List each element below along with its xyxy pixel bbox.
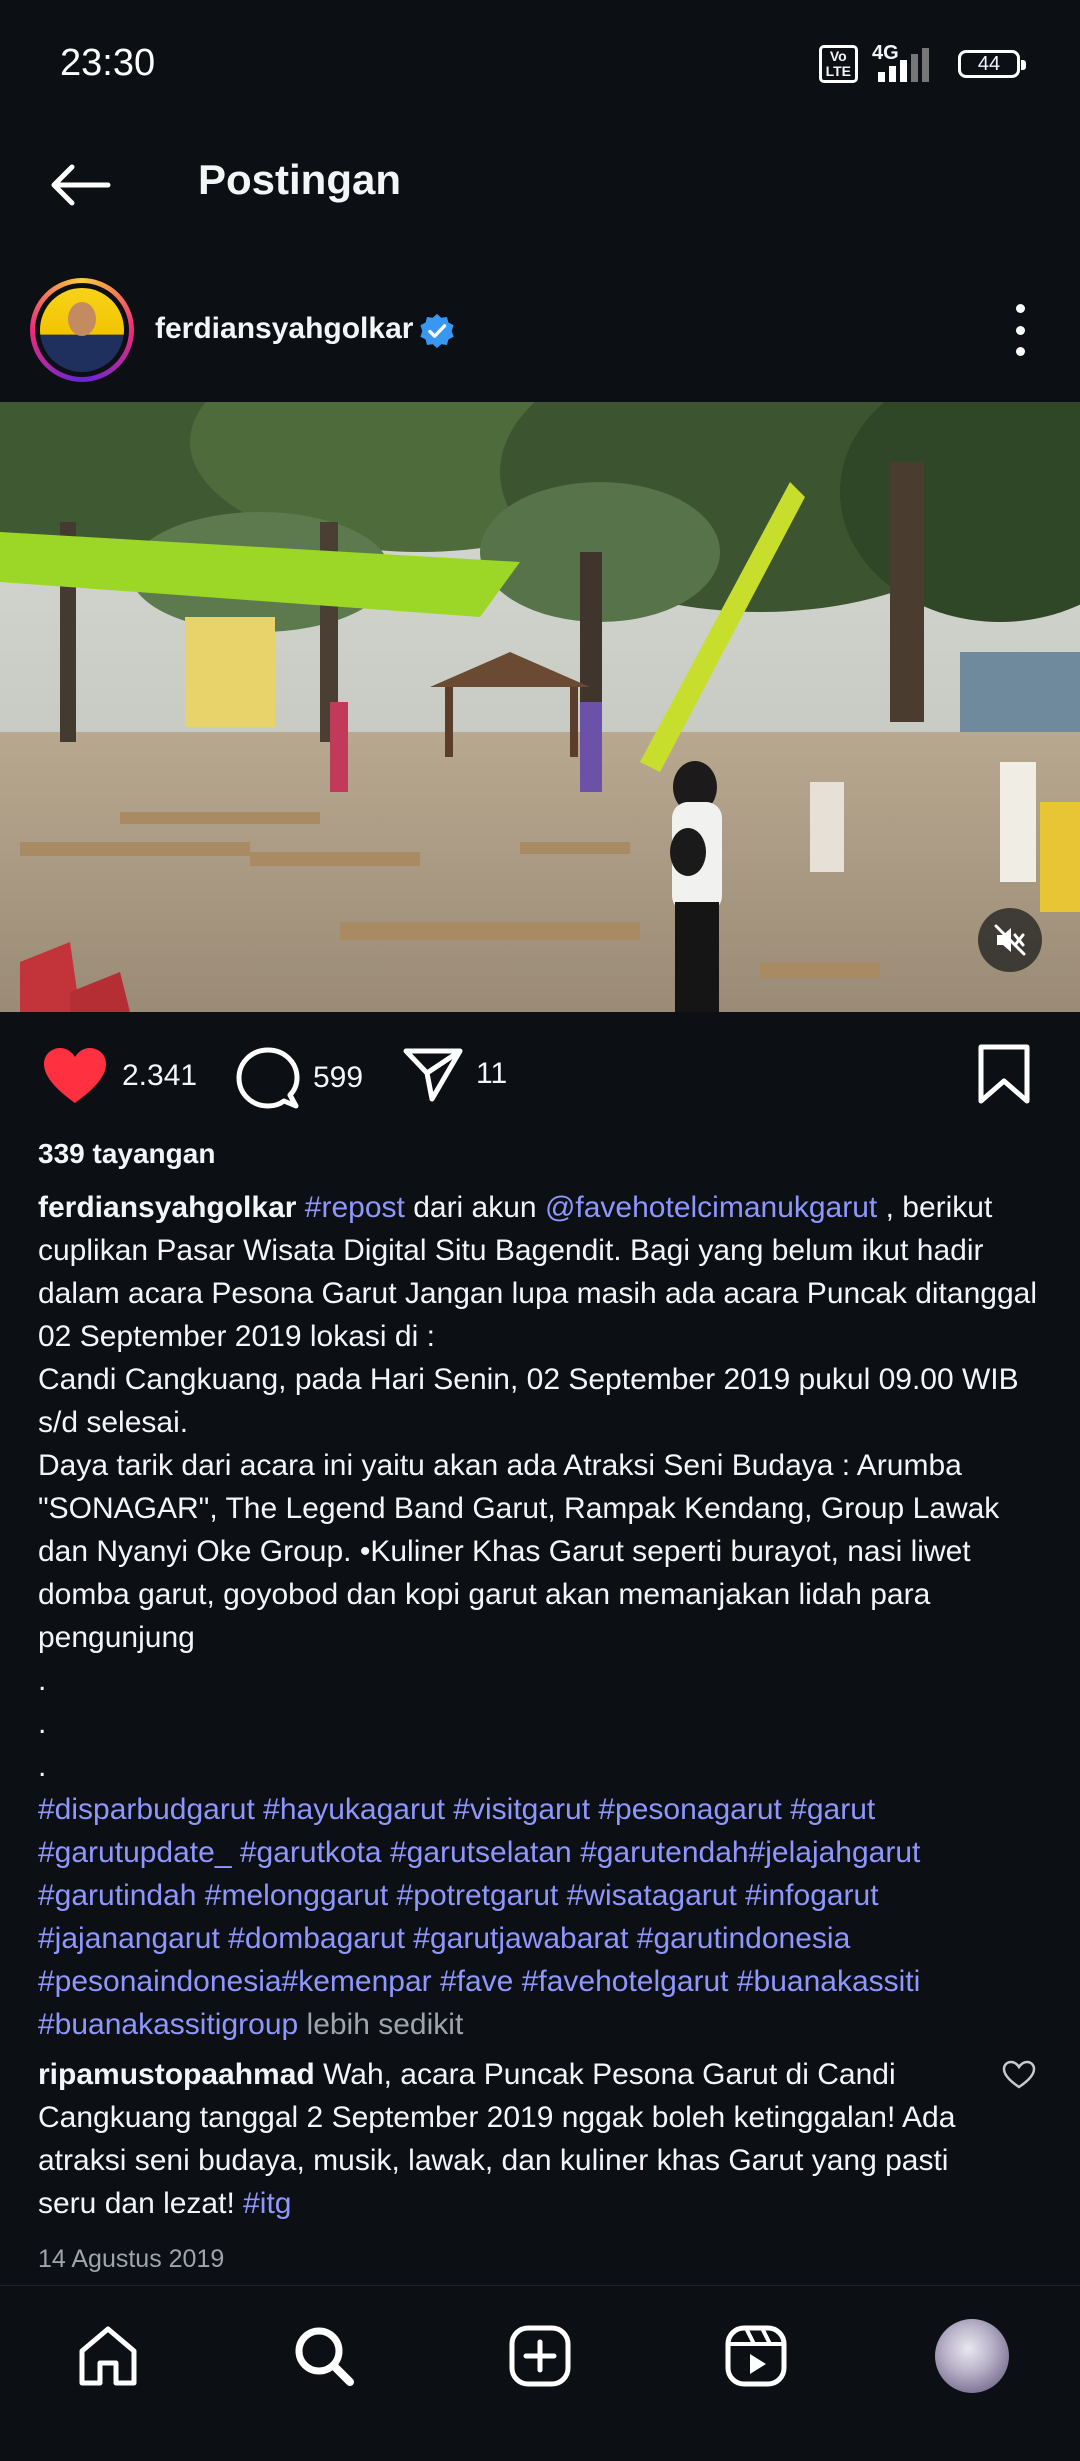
see-less-link[interactable]: lebih sedikit — [298, 2008, 464, 2041]
caption-attraction: Daya tarik dari acara ini yaitu akan ada… — [38, 1449, 1000, 1654]
nav-reels[interactable] — [716, 2316, 796, 2396]
caption-dot: . — [38, 1707, 47, 1740]
caption-username[interactable]: ferdiansyahgolkar — [38, 1191, 296, 1224]
mention-link[interactable]: @favehotelcimanukgarut — [545, 1191, 877, 1224]
status-bar: 23:30 Vo LTE 4G 44 — [0, 0, 1080, 130]
battery-icon: 44 — [958, 50, 1026, 78]
page-title: Postingan — [198, 156, 402, 203]
status-icons: Vo LTE 4G 44 — [818, 42, 1026, 84]
volte-icon: Vo LTE — [818, 45, 858, 83]
nav-home[interactable] — [68, 2316, 148, 2396]
post-actions: 2.341 599 11 — [0, 1035, 1080, 1115]
app-header: Postingan — [0, 130, 1080, 240]
share-action[interactable]: 11 — [402, 1045, 507, 1103]
comment-action[interactable]: 599 — [235, 1045, 363, 1111]
like-action[interactable]: 2.341 — [40, 1045, 197, 1107]
top-comment: ripamustopaahmad Wah, acara Puncak Peson… — [38, 2053, 988, 2225]
heart-outline-icon[interactable] — [1002, 2060, 1036, 2090]
battery-level: 44 — [977, 52, 1001, 75]
create-icon[interactable] — [508, 2324, 572, 2388]
status-time: 23:30 — [60, 42, 156, 84]
avatar[interactable] — [30, 278, 134, 382]
post-caption: ferdiansyahgolkar #repost dari akun @fav… — [38, 1186, 1048, 2046]
hashtag-repost[interactable]: #repost — [305, 1191, 405, 1224]
comment-count: 599 — [313, 1061, 364, 1094]
bookmark-icon[interactable] — [976, 1043, 1032, 1105]
comment-username[interactable]: ripamustopaahmad — [38, 2058, 315, 2091]
mute-button[interactable] — [978, 908, 1042, 972]
signal-icon: 4G — [872, 42, 944, 84]
view-count: 339 tayangan — [38, 1138, 216, 1169]
comment-bubble-icon[interactable] — [235, 1045, 301, 1111]
post-header: ferdiansyahgolkar — [0, 270, 1080, 390]
post-date: 14 Agustus 2019 — [38, 2245, 225, 2273]
bottom-navigation — [0, 2285, 1080, 2461]
nav-create[interactable] — [500, 2316, 580, 2396]
like-count: 2.341 — [122, 1059, 198, 1092]
nav-profile[interactable] — [932, 2316, 1012, 2396]
paper-plane-icon[interactable] — [402, 1045, 464, 1103]
back-button[interactable] — [40, 150, 120, 220]
save-button[interactable] — [976, 1043, 1032, 1110]
caption-text: dari akun — [404, 1191, 545, 1224]
search-icon[interactable] — [292, 2324, 356, 2388]
nav-search[interactable] — [284, 2316, 364, 2396]
reels-icon[interactable] — [724, 2324, 788, 2388]
profile-avatar[interactable] — [935, 2319, 1009, 2393]
verified-badge-icon — [420, 313, 454, 349]
post-username[interactable]: ferdiansyahgolkar — [155, 312, 413, 346]
comment-like-button[interactable] — [1002, 2060, 1036, 2095]
heart-icon[interactable] — [40, 1045, 110, 1107]
caption-dot: . — [38, 1664, 47, 1697]
caption-location: Candi Cangkuang, pada Hari Senin, 02 Sep… — [38, 1363, 1019, 1439]
speaker-muted-icon — [994, 924, 1026, 956]
share-count: 11 — [476, 1057, 508, 1090]
home-icon[interactable] — [76, 2325, 140, 2387]
arrow-left-icon — [51, 164, 111, 206]
more-options-button[interactable] — [1000, 298, 1040, 362]
post-video[interactable] — [0, 402, 1080, 1012]
video-frame — [0, 402, 1080, 1012]
caption-hashtags[interactable]: #disparbudgarut #hayukagarut #visitgarut… — [38, 1793, 920, 2041]
caption-dot: . — [38, 1750, 47, 1783]
comment-hashtag[interactable]: #itg — [243, 2187, 291, 2220]
